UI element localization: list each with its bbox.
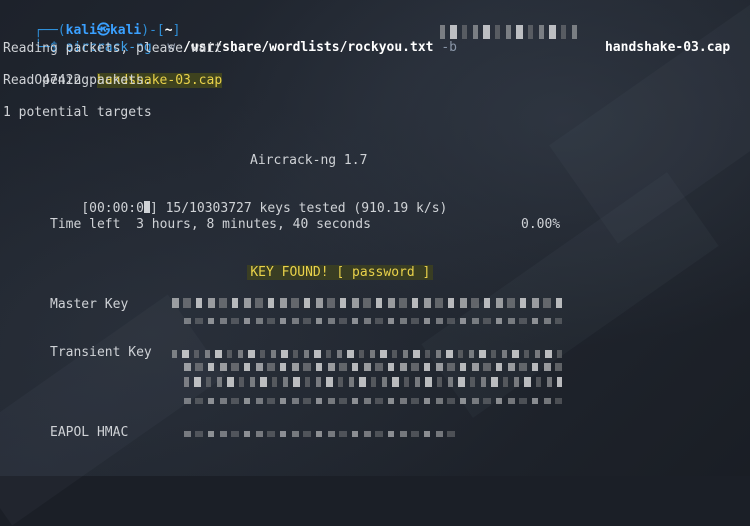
terminal-output[interactable]: ┌──(kali㉿kali)-[~] └─$ aircrack-ng -w /u… [0, 0, 750, 476]
redacted-eapol-hmac [184, 431, 456, 437]
redacted-transient-key [184, 363, 562, 371]
output-read-packets: Read 47422 packets. [3, 73, 152, 88]
redacted-master-key [184, 318, 562, 324]
redacted-transient-key [184, 398, 562, 404]
redacted-transient-key [184, 377, 562, 387]
key-found-line: KEY FOUND! [ password ] [216, 249, 434, 280]
output-reading: Reading packets, please wait ... [3, 41, 254, 56]
master-key-label: Master Key [50, 297, 129, 312]
redacted-transient-key [172, 350, 562, 358]
redacted-bssid [440, 25, 580, 39]
progress-line: [00:00:0 ] 15/10303727 keys tested (910.1… [50, 185, 447, 216]
key-found: KEY FOUND! [ password ] [247, 265, 434, 280]
transient-key-label: Transient Key [50, 345, 152, 360]
output-targets: 1 potential targets [3, 105, 152, 120]
command-capfile: handshake-03.cap [604, 40, 731, 55]
command-line: └─$ aircrack-ng -w /usr/share/wordlists/… [3, 24, 730, 55]
progress-percent: 0.00% [521, 217, 561, 232]
progress-elapsed: [00:00:0 [81, 201, 144, 216]
redacted-master-key [172, 298, 562, 308]
progress-keys: ] 15/10303727 keys tested (910.19 k/s) [149, 201, 448, 216]
eapol-hmac-label: EAPOL HMAC [50, 425, 129, 440]
prompt-line: ┌──(kali㉿kali)-[~] [3, 7, 180, 38]
command-flag: -b [441, 40, 457, 55]
time-left: Time left 3 hours, 8 minutes, 40 seconds [50, 217, 371, 232]
aircrack-title: Aircrack-ng 1.7 [250, 153, 368, 168]
output-opening: Opening handshake-03.cap [3, 57, 223, 88]
